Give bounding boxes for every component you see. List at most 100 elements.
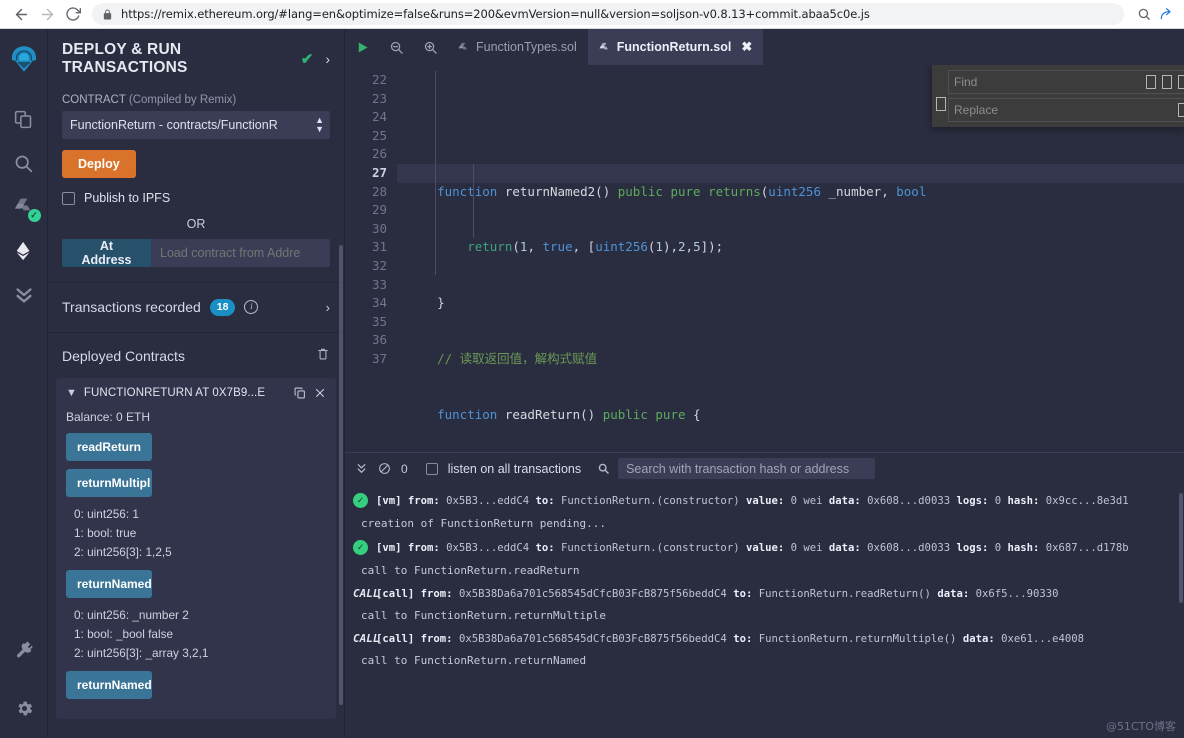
omnibox-actions bbox=[1134, 4, 1176, 24]
log-head-text: [vm] from: 0x5B3...eddC4 to: FunctionRet… bbox=[376, 541, 1129, 554]
success-check-icon: ✓ bbox=[353, 493, 368, 508]
editor-tab-bar: FunctionTypes.sol FunctionReturn.sol ✖ bbox=[345, 29, 1184, 65]
call-tag: CALL bbox=[353, 587, 380, 600]
sidebar-item-debugger[interactable] bbox=[4, 273, 44, 317]
forward-button[interactable] bbox=[34, 1, 60, 27]
chevron-down-icon[interactable]: ▼ bbox=[66, 387, 77, 399]
line-number: 23 bbox=[371, 90, 387, 106]
plugin-manager-icon[interactable] bbox=[4, 628, 44, 672]
contract-card-header[interactable]: ▼ FUNCTIONRETURN AT 0X7B9...E bbox=[66, 386, 326, 400]
terminal-scrollbar[interactable] bbox=[1179, 493, 1183, 603]
find-input[interactable] bbox=[954, 75, 1140, 89]
return-values-returnMultiple: 0: uint256: 1 1: bool: true 2: uint256[3… bbox=[74, 505, 326, 562]
at-address-button[interactable]: At Address bbox=[62, 239, 151, 267]
line-number: 26 bbox=[371, 146, 387, 162]
zoom-in-icon[interactable] bbox=[413, 29, 447, 65]
match-case-icon[interactable] bbox=[1146, 75, 1156, 89]
code-editor[interactable]: 22 23 24 25 26 27 28 29 30 31 32 33 34 3… bbox=[345, 65, 1184, 452]
collapse-terminal-icon[interactable] bbox=[355, 462, 368, 475]
function-button-returnMultiple[interactable]: returnMultipl bbox=[66, 468, 152, 497]
log-head-row: ✓ [vm] from: 0x5B3...eddC4 to: FunctionR… bbox=[353, 540, 1170, 555]
log-head-row: CALL [call] from: 0x5B38Da6a701c568545dC… bbox=[353, 632, 1170, 645]
deploy-run-panel: DEPLOY & RUN TRANSACTIONS ✔ › CONTRACT (… bbox=[48, 29, 345, 738]
log-sub-text: call to FunctionReturn.returnMultiple bbox=[361, 609, 607, 622]
return-line: 1: bool: true bbox=[74, 525, 137, 540]
zoom-out-icon[interactable] bbox=[379, 29, 413, 65]
panel-expand-icon[interactable]: › bbox=[325, 51, 330, 67]
terminal-search-input[interactable] bbox=[618, 458, 876, 479]
solidity-file-icon bbox=[458, 41, 469, 54]
contract-balance: Balance: 0 ETH bbox=[66, 409, 151, 424]
panel-scrollbar[interactable] bbox=[339, 245, 343, 705]
line-number: 36 bbox=[371, 332, 387, 348]
tab-label: FunctionReturn.sol bbox=[616, 40, 732, 54]
terminal-panel: 0 listen on all transactions ✓ [vm] from… bbox=[345, 452, 1184, 738]
function-button-returnNamed2[interactable]: returnNamed bbox=[66, 671, 152, 700]
toggle-replace-icon[interactable] bbox=[933, 79, 948, 129]
function-button-returnNamed[interactable]: returnNamed bbox=[66, 569, 152, 598]
code-line: function readReturn() public pure { bbox=[437, 406, 701, 422]
line-number: 34 bbox=[371, 295, 387, 311]
return-line: 0: uint256: 1 bbox=[74, 506, 139, 521]
back-button[interactable] bbox=[8, 1, 34, 27]
log-entry[interactable]: CALL [call] from: 0x5B38Da6a701c568545dC… bbox=[345, 582, 1184, 627]
log-head-text: [vm] from: 0x5B3...eddC4 to: FunctionRet… bbox=[376, 494, 1129, 507]
function-button-readReturn[interactable]: readReturn bbox=[66, 432, 152, 461]
transactions-recorded-label: Transactions recorded bbox=[62, 299, 201, 316]
share-icon[interactable] bbox=[1156, 4, 1176, 24]
replace-row[interactable] bbox=[948, 98, 1184, 122]
listen-all-label: listen on all transactions bbox=[447, 461, 582, 476]
reload-button[interactable] bbox=[60, 1, 86, 27]
line-number: 32 bbox=[371, 257, 387, 273]
replace-input[interactable] bbox=[954, 103, 1172, 117]
log-head-text: [call] from: 0x5B38Da6a701c568545dCfcB03… bbox=[376, 632, 1085, 645]
line-number: 29 bbox=[371, 202, 387, 218]
terminal-count: 0 bbox=[401, 461, 408, 476]
sidebar-item-solidity-compiler[interactable]: ✓ bbox=[4, 185, 44, 229]
clear-console-icon[interactable] bbox=[378, 462, 391, 475]
address-bar[interactable]: https://remix.ethereum.org/#lang=en&opti… bbox=[92, 3, 1124, 25]
use-regex-icon[interactable] bbox=[1178, 75, 1184, 89]
tab-label: FunctionTypes.sol bbox=[476, 40, 577, 54]
current-line-highlight bbox=[397, 164, 1184, 183]
contract-select[interactable]: FunctionReturn - contracts/FunctionR ▲ ▼ bbox=[62, 111, 330, 139]
info-icon[interactable]: i bbox=[244, 300, 259, 315]
contract-sublabel-text: (Compiled by Remix) bbox=[128, 94, 237, 106]
deploy-button[interactable]: Deploy bbox=[62, 150, 136, 178]
at-address-input[interactable] bbox=[151, 239, 330, 267]
sidebar-item-file-explorer[interactable] bbox=[4, 97, 44, 141]
log-entry[interactable]: ✓ [vm] from: 0x5B3...eddC4 to: FunctionR… bbox=[345, 488, 1184, 535]
sidebar-item-search[interactable] bbox=[4, 141, 44, 185]
search-icon bbox=[597, 462, 610, 475]
copy-icon[interactable] bbox=[293, 386, 307, 400]
transactions-recorded-section[interactable]: Transactions recorded 18 i › bbox=[48, 283, 344, 333]
log-sub-text: creation of FunctionReturn pending... bbox=[361, 517, 607, 530]
publish-ipfs-row[interactable]: Publish to IPFS bbox=[62, 191, 330, 205]
log-entry[interactable]: CALL [call] from: 0x5B38Da6a701c568545dC… bbox=[345, 627, 1184, 672]
remix-logo-icon[interactable] bbox=[4, 39, 44, 79]
find-row[interactable] bbox=[948, 70, 1184, 94]
sidebar-item-deploy-run[interactable] bbox=[4, 229, 44, 273]
find-replace-widget[interactable] bbox=[932, 65, 1184, 127]
url-text: https://remix.ethereum.org/#lang=en&opti… bbox=[121, 7, 870, 21]
close-icon[interactable] bbox=[314, 387, 326, 399]
settings-gear-icon[interactable] bbox=[4, 686, 44, 730]
listen-all-checkbox[interactable] bbox=[425, 462, 438, 475]
return-values-returnNamed: 0: uint256: _number 2 1: bool: _bool fal… bbox=[74, 606, 326, 663]
match-whole-word-icon[interactable] bbox=[1162, 75, 1172, 89]
preserve-case-icon[interactable] bbox=[1178, 103, 1184, 117]
search-icon[interactable] bbox=[1134, 4, 1154, 24]
publish-ipfs-checkbox[interactable] bbox=[62, 191, 75, 205]
indent-guide bbox=[435, 71, 436, 275]
trash-icon[interactable] bbox=[316, 347, 330, 366]
tab-FunctionTypes[interactable]: FunctionTypes.sol bbox=[447, 29, 588, 65]
run-script-icon[interactable] bbox=[345, 29, 379, 65]
tab-FunctionReturn[interactable]: FunctionReturn.sol ✖ bbox=[587, 29, 764, 65]
deployed-contracts-label: Deployed Contracts bbox=[62, 348, 185, 365]
code-text[interactable]: function returnNamed2() public pure retu… bbox=[397, 71, 1184, 452]
chevron-right-icon[interactable]: › bbox=[326, 300, 330, 315]
terminal-log[interactable]: ✓ [vm] from: 0x5B3...eddC4 to: FunctionR… bbox=[345, 484, 1184, 738]
tab-close-icon[interactable]: ✖ bbox=[741, 39, 752, 55]
log-entry[interactable]: ✓ [vm] from: 0x5B3...eddC4 to: FunctionR… bbox=[345, 535, 1184, 582]
solidity-file-icon bbox=[599, 41, 610, 54]
